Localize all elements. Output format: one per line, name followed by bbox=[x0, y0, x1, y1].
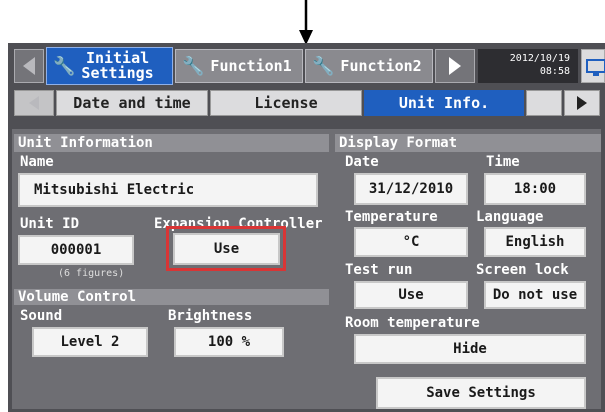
brightness-label: Brightness bbox=[168, 308, 253, 324]
monitor-button[interactable] bbox=[581, 49, 605, 83]
next-tab-button[interactable] bbox=[435, 49, 475, 83]
language-button[interactable]: English bbox=[484, 227, 586, 257]
temperature-button[interactable]: °C bbox=[354, 227, 468, 257]
time-format-label: Time bbox=[486, 154, 520, 170]
subtab-license[interactable]: License bbox=[210, 90, 362, 116]
prev-subtab-button[interactable] bbox=[14, 90, 54, 116]
unit-id-note: (6 figures) bbox=[58, 268, 125, 279]
tab-function2[interactable]: 🔧 Function2 bbox=[305, 49, 433, 83]
next-subtab-button[interactable] bbox=[564, 90, 600, 116]
room-temperature-button[interactable]: Hide bbox=[354, 334, 586, 364]
screen-lock-button[interactable]: Do not use bbox=[484, 281, 586, 309]
unit-id-label: Unit ID bbox=[20, 216, 80, 232]
controller-screen: 🔧 Initial Settings 🔧 Function1 🔧 Functio… bbox=[8, 43, 605, 412]
tab-label-line2: Settings bbox=[81, 64, 154, 82]
name-label: Name bbox=[20, 154, 54, 170]
subtab-unit-info[interactable]: Unit Info. bbox=[364, 90, 524, 116]
sound-label: Sound bbox=[20, 308, 63, 324]
clock-time: 08:58 bbox=[539, 66, 570, 77]
sound-button[interactable]: Level 2 bbox=[32, 327, 148, 357]
date-format-button[interactable]: 31/12/2010 bbox=[354, 173, 468, 205]
clock-date: 2012/10/19 bbox=[509, 53, 570, 64]
temperature-label: Temperature bbox=[345, 209, 438, 225]
date-format-label: Date bbox=[345, 154, 379, 170]
left-arrow-icon bbox=[29, 96, 39, 110]
subtab-label: License bbox=[254, 94, 318, 112]
save-settings-button[interactable]: Save Settings bbox=[376, 377, 586, 409]
right-arrow-icon bbox=[449, 57, 461, 75]
tab-initial-settings[interactable]: 🔧 Initial Settings bbox=[46, 47, 173, 85]
tab-label: Function1 bbox=[210, 57, 292, 75]
unit-information-header: Unit Information bbox=[14, 134, 329, 152]
right-arrow-icon bbox=[577, 96, 587, 110]
room-temperature-label: Room temperature bbox=[345, 315, 480, 331]
subtab-label: Date and time bbox=[73, 94, 191, 112]
tab-function1[interactable]: 🔧 Function1 bbox=[175, 49, 303, 83]
subtab-blank bbox=[526, 90, 562, 116]
name-field[interactable]: Mitsubishi Electric bbox=[18, 173, 318, 207]
wrench-icon: 🔧 bbox=[182, 55, 205, 77]
display-format-header: Display Format bbox=[335, 134, 601, 152]
wrench-icon: 🔧 bbox=[312, 55, 335, 77]
language-label: Language bbox=[476, 209, 544, 225]
unit-id-field[interactable]: 000001 bbox=[18, 235, 134, 265]
prev-tab-button[interactable] bbox=[14, 49, 44, 83]
screen-lock-label: Screen lock bbox=[476, 262, 569, 278]
clock-display: 2012/10/19 08:58 bbox=[478, 49, 578, 83]
wrench-icon: 🔧 bbox=[53, 55, 76, 77]
brightness-button[interactable]: 100 % bbox=[174, 327, 284, 357]
subtab-label: Unit Info. bbox=[398, 94, 490, 112]
subtab-date-and-time[interactable]: Date and time bbox=[56, 90, 208, 116]
time-format-button[interactable]: 18:00 bbox=[484, 173, 586, 205]
test-run-button[interactable]: Use bbox=[354, 281, 468, 309]
down-arrow-icon bbox=[299, 0, 313, 45]
highlight-box bbox=[166, 226, 286, 271]
monitor-icon bbox=[586, 59, 605, 76]
tab-label: Function2 bbox=[340, 57, 422, 75]
left-arrow-icon bbox=[23, 57, 35, 75]
test-run-label: Test run bbox=[345, 262, 413, 278]
volume-control-header: Volume Control bbox=[14, 289, 329, 305]
